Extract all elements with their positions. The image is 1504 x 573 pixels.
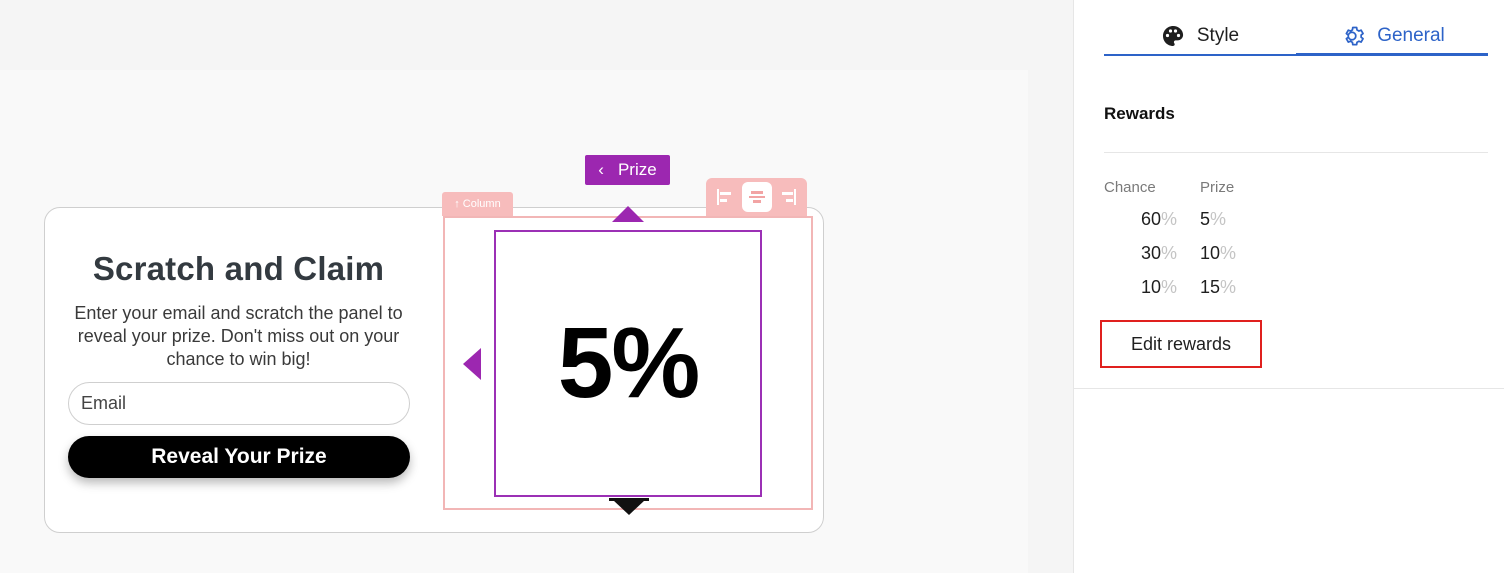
rewards-list: 60% 5% 30% 10% 10% 15% — [1104, 207, 1304, 309]
align-left-icon — [717, 189, 731, 205]
alignment-toolbar — [706, 178, 807, 216]
tab-style[interactable]: Style — [1104, 18, 1296, 54]
chance-column-header: Chance — [1104, 179, 1156, 196]
column-tag-label: Column — [462, 198, 501, 210]
tab-general[interactable]: General — [1296, 18, 1488, 56]
align-right-icon — [782, 189, 796, 205]
panel-bottom-divider — [1074, 388, 1504, 389]
prize-label-text: Prize — [617, 160, 657, 179]
drag-handle-left[interactable] — [463, 348, 481, 380]
reward-prize: 10% — [1200, 243, 1237, 263]
tab-general-label: General — [1377, 24, 1445, 46]
section-divider — [1104, 152, 1488, 153]
chevron-left-icon: ‹ — [598, 160, 604, 179]
reward-row: 60% 5% — [1104, 207, 1304, 241]
prize-value: 5% — [557, 307, 701, 419]
align-right-button[interactable] — [773, 182, 803, 212]
palette-icon — [1162, 26, 1183, 46]
drag-handle-up[interactable] — [612, 206, 644, 222]
reward-row: 30% 10% — [1104, 241, 1304, 275]
reward-prize: 15% — [1200, 277, 1237, 297]
align-center-icon — [748, 191, 765, 203]
canvas-top-strip — [0, 0, 1073, 70]
prize-column-header: Prize — [1200, 179, 1235, 196]
reward-chance: 60% — [1140, 209, 1177, 229]
reward-prize: 5% — [1200, 209, 1227, 229]
settings-panel: Style General Rewards Chance Prize 60% 5… — [1073, 0, 1504, 573]
edit-rewards-button[interactable]: Edit rewards — [1100, 320, 1262, 368]
popup-description[interactable]: Enter your email and scratch the panel t… — [68, 302, 409, 371]
prize-box[interactable]: 5% — [494, 230, 762, 497]
reward-row: 10% 15% — [1104, 275, 1304, 309]
gear-icon — [1345, 26, 1365, 46]
drag-handle-down[interactable] — [613, 500, 645, 515]
panel-tabs: Style General — [1104, 18, 1488, 56]
align-center-button[interactable] — [741, 182, 772, 212]
rewards-section-title: Rewards — [1104, 104, 1175, 123]
reward-chance: 10% — [1140, 277, 1177, 297]
email-input[interactable] — [68, 382, 410, 425]
canvas-gutter — [1028, 70, 1073, 573]
align-left-button[interactable] — [710, 182, 740, 212]
tab-style-label: Style — [1196, 25, 1240, 46]
prize-element-label[interactable]: ‹ Prize — [585, 155, 670, 185]
popup-headline[interactable]: Scratch and Claim — [68, 250, 409, 288]
reveal-prize-button[interactable]: Reveal Your Prize — [68, 436, 410, 478]
column-tag[interactable]: ↑ Column — [442, 192, 513, 216]
reward-chance: 30% — [1140, 243, 1177, 263]
arrow-up-icon: ↑ — [454, 198, 460, 210]
